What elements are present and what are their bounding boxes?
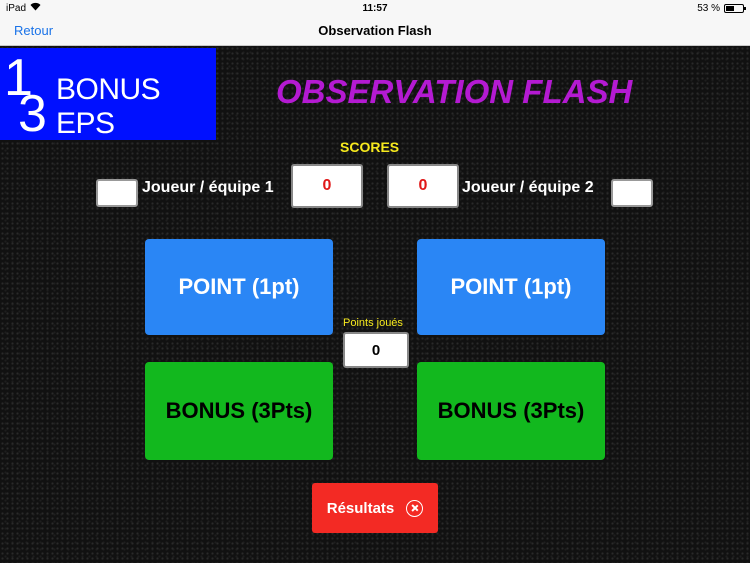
bonus-button-player2[interactable]: BONUS (3Pts) (417, 362, 605, 460)
app-logo: 1 3 BONUS EPS (0, 48, 216, 143)
logo-digit-bottom: 3 (18, 85, 47, 143)
battery-icon (724, 3, 746, 13)
player1-label: Joueur / équipe 1 (142, 179, 274, 196)
player1-score: 0 (291, 164, 363, 208)
main-stage: 1 3 BONUS EPS OBSERVATION FLASH SCORES J… (0, 46, 750, 563)
point-button-player1[interactable]: POINT (1pt) (145, 239, 333, 335)
back-button[interactable]: Retour (14, 23, 53, 38)
close-circle-icon (406, 499, 424, 517)
scores-label: SCORES (340, 139, 400, 155)
player1-checkbox[interactable] (96, 179, 138, 207)
points-played-label: Points joués (343, 317, 403, 329)
nav-title: Observation Flash (318, 23, 432, 38)
status-bar: iPad 11:57 53 % (0, 0, 750, 16)
player2-score: 0 (387, 164, 459, 208)
points-played-value: 0 (343, 332, 409, 368)
logo-text: BONUS EPS (56, 73, 161, 140)
status-time: 11:57 (362, 2, 388, 14)
bonus-button-player1[interactable]: BONUS (3Pts) (145, 362, 333, 460)
battery-fill (726, 5, 735, 11)
page-title: OBSERVATION FLASH (276, 73, 633, 110)
point-button-player2[interactable]: POINT (1pt) (417, 239, 605, 335)
player2-checkbox[interactable] (611, 179, 653, 207)
nav-bar: Retour Observation Flash (0, 16, 750, 46)
results-label: Résultats (326, 499, 395, 517)
player2-label: Joueur / équipe 2 (462, 179, 594, 196)
results-button[interactable]: Résultats (312, 483, 438, 533)
